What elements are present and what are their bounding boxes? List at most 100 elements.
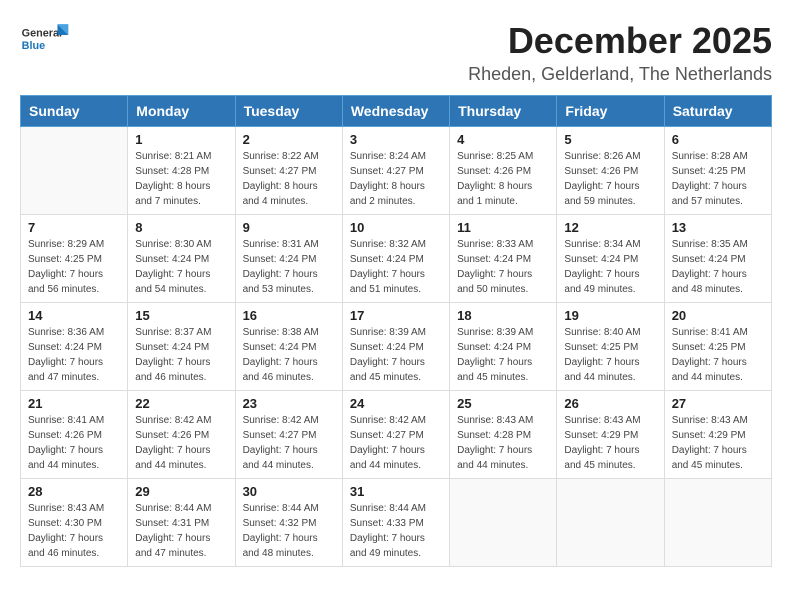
header-row: SundayMondayTuesdayWednesdayThursdayFrid… [21,96,772,127]
week-row: 21 Sunrise: 8:41 AMSunset: 4:26 PMDayligh… [21,391,772,479]
day-number: 12 [564,220,656,235]
day-info: Sunrise: 8:43 AMSunset: 4:29 PMDaylight:… [672,413,764,473]
header-day: Monday [128,96,235,127]
day-info: Sunrise: 8:40 AMSunset: 4:25 PMDaylight:… [564,325,656,385]
day-info: Sunrise: 8:25 AMSunset: 4:26 PMDaylight:… [457,149,549,209]
day-number: 9 [243,220,335,235]
week-row: 7 Sunrise: 8:29 AMSunset: 4:25 PMDaylight… [21,215,772,303]
day-info: Sunrise: 8:29 AMSunset: 4:25 PMDaylight:… [28,237,120,297]
calendar-cell: 24 Sunrise: 8:42 AMSunset: 4:27 PMDayligh… [342,391,449,479]
day-info: Sunrise: 8:39 AMSunset: 4:24 PMDaylight:… [457,325,549,385]
week-row: 28 Sunrise: 8:43 AMSunset: 4:30 PMDayligh… [21,479,772,567]
calendar-cell: 17Sunrise: 8:39 AMSunset: 4:24 PMDayligh… [342,303,449,391]
day-number: 18 [457,308,549,323]
calendar-cell: 12 Sunrise: 8:34 AMSunset: 4:24 PMDayligh… [557,215,664,303]
week-row: 1Sunrise: 8:21 AMSunset: 4:28 PMDaylight… [21,127,772,215]
day-number: 20 [672,308,764,323]
day-info: Sunrise: 8:39 AMSunset: 4:24 PMDaylight:… [350,325,442,385]
calendar-cell: 19 Sunrise: 8:40 AMSunset: 4:25 PMDayligh… [557,303,664,391]
day-info: Sunrise: 8:38 AMSunset: 4:24 PMDaylight:… [243,325,335,385]
day-info: Sunrise: 8:44 AMSunset: 4:31 PMDaylight:… [135,501,227,561]
calendar-cell: 8 Sunrise: 8:30 AMSunset: 4:24 PMDaylight… [128,215,235,303]
logo: General Blue [20,20,74,60]
day-info: Sunrise: 8:37 AMSunset: 4:24 PMDaylight:… [135,325,227,385]
calendar-cell: 3Sunrise: 8:24 AMSunset: 4:27 PMDaylight… [342,127,449,215]
day-info: Sunrise: 8:42 AMSunset: 4:26 PMDaylight:… [135,413,227,473]
day-number: 31 [350,484,442,499]
day-info: Sunrise: 8:28 AMSunset: 4:25 PMDaylight:… [672,149,764,209]
title-section: December 2025 Rheden, Gelderland, The Ne… [468,20,772,85]
calendar-cell: 31 Sunrise: 8:44 AMSunset: 4:33 PMDayligh… [342,479,449,567]
svg-text:General: General [22,28,62,40]
calendar-cell: 20Sunrise: 8:41 AMSunset: 4:25 PMDayligh… [664,303,771,391]
day-number: 23 [243,396,335,411]
header-day: Thursday [450,96,557,127]
calendar-cell: 16Sunrise: 8:38 AMSunset: 4:24 PMDayligh… [235,303,342,391]
calendar-cell: 15 Sunrise: 8:37 AMSunset: 4:24 PMDayligh… [128,303,235,391]
day-info: Sunrise: 8:42 AMSunset: 4:27 PMDaylight:… [243,413,335,473]
calendar-cell: 22 Sunrise: 8:42 AMSunset: 4:26 PMDayligh… [128,391,235,479]
calendar-cell: 2 Sunrise: 8:22 AMSunset: 4:27 PMDaylight… [235,127,342,215]
day-info: Sunrise: 8:34 AMSunset: 4:24 PMDaylight:… [564,237,656,297]
day-number: 7 [28,220,120,235]
day-number: 22 [135,396,227,411]
calendar-cell: 26 Sunrise: 8:43 AMSunset: 4:29 PMDayligh… [557,391,664,479]
subtitle: Rheden, Gelderland, The Netherlands [468,64,772,85]
calendar-cell: 10Sunrise: 8:32 AMSunset: 4:24 PMDayligh… [342,215,449,303]
day-info: Sunrise: 8:21 AMSunset: 4:28 PMDaylight:… [135,149,227,209]
day-number: 5 [564,132,656,147]
day-info: Sunrise: 8:36 AMSunset: 4:24 PMDaylight:… [28,325,120,385]
calendar-cell: 13Sunrise: 8:35 AMSunset: 4:24 PMDayligh… [664,215,771,303]
day-number: 25 [457,396,549,411]
calendar-cell: 21 Sunrise: 8:41 AMSunset: 4:26 PMDayligh… [21,391,128,479]
day-number: 28 [28,484,120,499]
day-number: 15 [135,308,227,323]
calendar-cell: 23 Sunrise: 8:42 AMSunset: 4:27 PMDayligh… [235,391,342,479]
day-number: 19 [564,308,656,323]
day-info: Sunrise: 8:43 AMSunset: 4:29 PMDaylight:… [564,413,656,473]
calendar-cell: 25 Sunrise: 8:43 AMSunset: 4:28 PMDayligh… [450,391,557,479]
calendar-cell [664,479,771,567]
day-number: 21 [28,396,120,411]
calendar-cell: 6 Sunrise: 8:28 AMSunset: 4:25 PMDaylight… [664,127,771,215]
day-info: Sunrise: 8:43 AMSunset: 4:28 PMDaylight:… [457,413,549,473]
day-number: 6 [672,132,764,147]
calendar-cell: 29 Sunrise: 8:44 AMSunset: 4:31 PMDayligh… [128,479,235,567]
day-number: 26 [564,396,656,411]
day-info: Sunrise: 8:33 AMSunset: 4:24 PMDaylight:… [457,237,549,297]
day-info: Sunrise: 8:44 AMSunset: 4:32 PMDaylight:… [243,501,335,561]
day-number: 27 [672,396,764,411]
day-info: Sunrise: 8:42 AMSunset: 4:27 PMDaylight:… [350,413,442,473]
main-title: December 2025 [468,20,772,62]
calendar-cell [450,479,557,567]
day-number: 11 [457,220,549,235]
calendar-cell: 7 Sunrise: 8:29 AMSunset: 4:25 PMDaylight… [21,215,128,303]
calendar-cell: 5Sunrise: 8:26 AMSunset: 4:26 PMDaylight… [557,127,664,215]
logo-icon: General Blue [20,20,70,60]
header: General Blue December 2025 Rheden, Gelde… [20,20,772,85]
day-number: 13 [672,220,764,235]
day-info: Sunrise: 8:44 AMSunset: 4:33 PMDaylight:… [350,501,442,561]
svg-text:Blue: Blue [22,40,45,52]
header-day: Wednesday [342,96,449,127]
header-day: Tuesday [235,96,342,127]
day-number: 2 [243,132,335,147]
calendar-cell: 28 Sunrise: 8:43 AMSunset: 4:30 PMDayligh… [21,479,128,567]
day-info: Sunrise: 8:30 AMSunset: 4:24 PMDaylight:… [135,237,227,297]
day-number: 8 [135,220,227,235]
day-info: Sunrise: 8:22 AMSunset: 4:27 PMDaylight:… [243,149,335,209]
day-number: 4 [457,132,549,147]
day-number: 10 [350,220,442,235]
day-number: 24 [350,396,442,411]
day-info: Sunrise: 8:43 AMSunset: 4:30 PMDaylight:… [28,501,120,561]
header-day: Friday [557,96,664,127]
calendar-cell: 14Sunrise: 8:36 AMSunset: 4:24 PMDayligh… [21,303,128,391]
day-number: 30 [243,484,335,499]
header-day: Sunday [21,96,128,127]
calendar-cell: 1Sunrise: 8:21 AMSunset: 4:28 PMDaylight… [128,127,235,215]
day-number: 29 [135,484,227,499]
calendar-cell: 27 Sunrise: 8:43 AMSunset: 4:29 PMDayligh… [664,391,771,479]
header-day: Saturday [664,96,771,127]
day-info: Sunrise: 8:41 AMSunset: 4:26 PMDaylight:… [28,413,120,473]
calendar-cell: 18 Sunrise: 8:39 AMSunset: 4:24 PMDayligh… [450,303,557,391]
